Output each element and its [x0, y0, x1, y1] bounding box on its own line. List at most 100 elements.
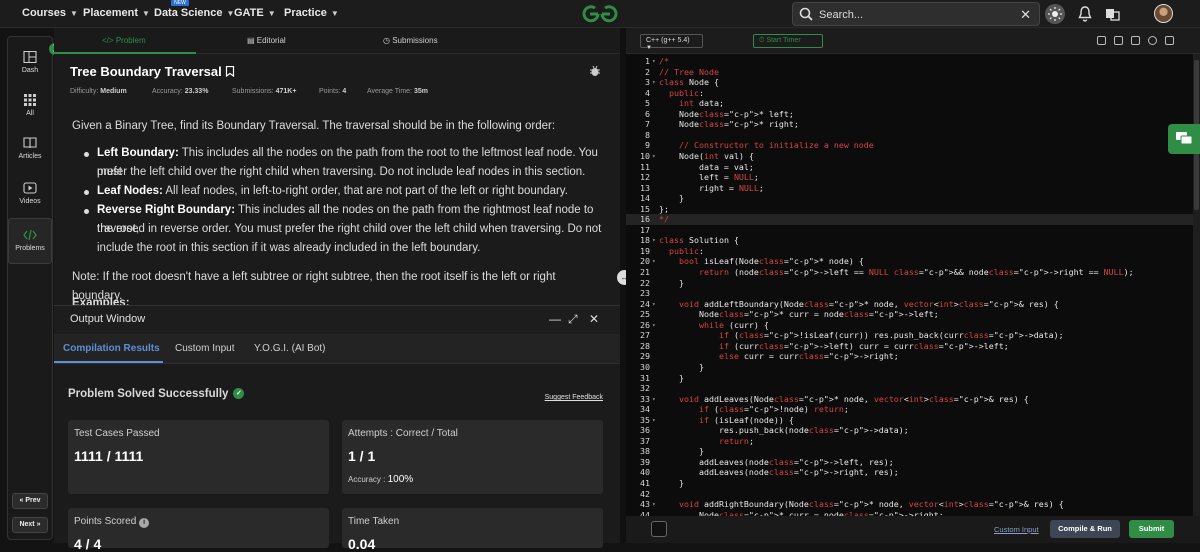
fold-arrow-icon[interactable]: ▾: [652, 501, 656, 508]
meta-label: Points:: [319, 88, 341, 95]
translate-icon[interactable]: [1102, 4, 1122, 24]
card-value: 1111 / 1111: [74, 448, 144, 464]
custom-input-link[interactable]: Custom Input: [994, 525, 1039, 534]
card-label: Time Taken: [348, 516, 400, 527]
language-label: C++ (g++ 5.4): [646, 37, 690, 44]
reset-icon[interactable]: [1148, 36, 1157, 45]
line-number: 12: [640, 172, 650, 183]
sidebar-item-articles[interactable]: Articles: [8, 137, 52, 160]
close-icon[interactable]: ✕: [1020, 7, 1031, 23]
leaf-nodes-item: Leaf Nodes: All leaf nodes, in left-to-r…: [97, 182, 607, 201]
sidebar-item-videos[interactable]: Videos: [8, 182, 52, 205]
code-editor-panel: C++ (g++ 5.4) ▼ ⏱ Start Timer 1 ▾/* 2// Tr…: [626, 28, 1200, 543]
avatar[interactable]: [1154, 4, 1173, 23]
line-number: 6: [645, 108, 650, 119]
tab-yogi-bot[interactable]: Y.O.G.I. (AI Bot): [254, 343, 326, 354]
code-line: Nodeclass="c-p">* right;: [659, 119, 799, 130]
next-button[interactable]: Next »: [12, 517, 48, 533]
bullet: [84, 152, 89, 157]
settings-icon[interactable]: [1131, 36, 1140, 45]
bell-icon[interactable]: [1075, 4, 1095, 24]
prev-button[interactable]: « Prev: [12, 493, 48, 509]
submissions-meta: Submissions: 471K+: [232, 88, 296, 95]
line-number: 15: [640, 203, 650, 214]
card-label: Points Scored: [74, 516, 137, 527]
submit-button[interactable]: Submit: [1129, 520, 1174, 538]
code-line: right = NULL;: [659, 182, 764, 193]
close-icon[interactable]: ✕: [589, 312, 599, 326]
tab-custom-input[interactable]: Custom Input: [175, 343, 234, 354]
maximize-icon[interactable]: ⤢: [568, 312, 578, 327]
line-number: 37: [640, 435, 650, 446]
code-line: addLeaves(nodeclass="c-p">->left, res);: [659, 456, 894, 467]
sidebar-item-dash[interactable]: Dash: [8, 51, 52, 74]
chat-button[interactable]: [1168, 124, 1200, 154]
code-area[interactable]: 1 ▾/* 2// Tree Node 3 ▾ class Node {4 public:…: [626, 54, 1193, 516]
bookmark-icon[interactable]: [225, 65, 235, 78]
nav-courses[interactable]: Courses ▼: [22, 7, 78, 19]
problem-title: Tree Boundary Traversal: [70, 64, 235, 79]
gfg-logo[interactable]: [580, 3, 620, 25]
book-icon: [23, 137, 37, 149]
ai-assist-icon[interactable]: [651, 521, 667, 537]
editor-toolbar: C++ (g++ 5.4) ▼ ⏱ Start Timer: [626, 28, 1200, 54]
avg-time-value: 35m: [413, 88, 428, 95]
line-number: 35: [640, 414, 650, 425]
line-number: 22: [640, 277, 650, 288]
nav-practice[interactable]: Practice ▼: [284, 7, 339, 19]
fold-arrow-icon[interactable]: ▾: [652, 322, 656, 329]
tab-compilation-results[interactable]: Compilation Results: [63, 343, 160, 354]
sidebar-item-problems[interactable]: Problems: [8, 218, 52, 264]
nav-gate[interactable]: GATE ▼: [234, 7, 276, 19]
fold-arrow-icon[interactable]: ▾: [652, 417, 656, 424]
fold-arrow-icon[interactable]: ▾: [652, 58, 656, 65]
code-line: Node(int val) {: [659, 150, 754, 161]
fold-arrow-icon[interactable]: ▾: [652, 301, 656, 308]
export-icon[interactable]: [1114, 36, 1123, 45]
card-label: Attempts : Correct / Total: [348, 428, 458, 439]
tab-submissions-label: Submissions: [392, 36, 438, 45]
bug-report-icon[interactable]: [589, 65, 601, 77]
bullet: [84, 190, 89, 195]
theme-toggle-button[interactable]: [1045, 4, 1065, 24]
fold-arrow-icon[interactable]: ▾: [652, 237, 656, 244]
code-line: if (isLeaf(node)) {: [698, 414, 794, 425]
line-number: 9: [645, 140, 650, 151]
line-number: 21: [640, 267, 650, 277]
line-number: 40: [640, 467, 650, 478]
code-line: };: [659, 203, 669, 214]
tab-editorial[interactable]: ▤ Editorial: [247, 36, 286, 45]
suggest-feedback-link[interactable]: Suggest Feedback: [545, 394, 603, 401]
code-line: }: [659, 277, 684, 288]
sidebar-item-label: All: [26, 110, 34, 117]
line-number: 38: [640, 446, 650, 457]
fold-arrow-icon[interactable]: ▾: [652, 79, 656, 86]
card-value: 1 / 1: [348, 448, 376, 464]
tab-problem[interactable]: </> Problem: [102, 36, 146, 45]
fold-arrow-icon[interactable]: ▾: [652, 258, 656, 265]
nav-data-science[interactable]: Data Science ▼: [154, 7, 234, 19]
language-select[interactable]: C++ (g++ 5.4) ▼: [640, 34, 703, 51]
nav-placement[interactable]: Placement ▼: [83, 7, 150, 19]
search-box[interactable]: Search... ✕: [792, 2, 1040, 26]
start-timer-button[interactable]: ⏱ Start Timer: [753, 34, 823, 48]
top-navbar: Courses ▼ Placement ▼ NEW Data Science ▼ GA…: [0, 0, 1200, 28]
copy-icon[interactable]: [1097, 36, 1106, 45]
info-icon[interactable]: i: [139, 518, 150, 528]
difficulty-meta: Difficulty: Medium: [70, 88, 127, 95]
meta-label: Submissions:: [232, 88, 274, 95]
line-number: 2: [645, 66, 650, 77]
tab-submissions[interactable]: ◷ Submissions: [383, 36, 438, 45]
minimize-icon[interactable]: —: [549, 312, 561, 326]
double-chevron-left-icon: «: [19, 497, 24, 504]
code-line: }: [659, 361, 704, 372]
points-meta: Points: 4: [319, 88, 346, 95]
problem-tabs: </> Problem ▤ Editorial ◷ Submissions: [54, 28, 620, 54]
fold-arrow-icon[interactable]: ▾: [652, 153, 656, 160]
compile-run-button[interactable]: Compile & Run: [1050, 520, 1120, 538]
chevron-down-icon: ▼: [646, 45, 652, 51]
fullscreen-icon[interactable]: [1165, 36, 1174, 45]
line-number: 7: [645, 119, 650, 130]
sidebar-item-all[interactable]: All: [8, 94, 52, 117]
fold-arrow-icon[interactable]: ▾: [652, 396, 656, 403]
